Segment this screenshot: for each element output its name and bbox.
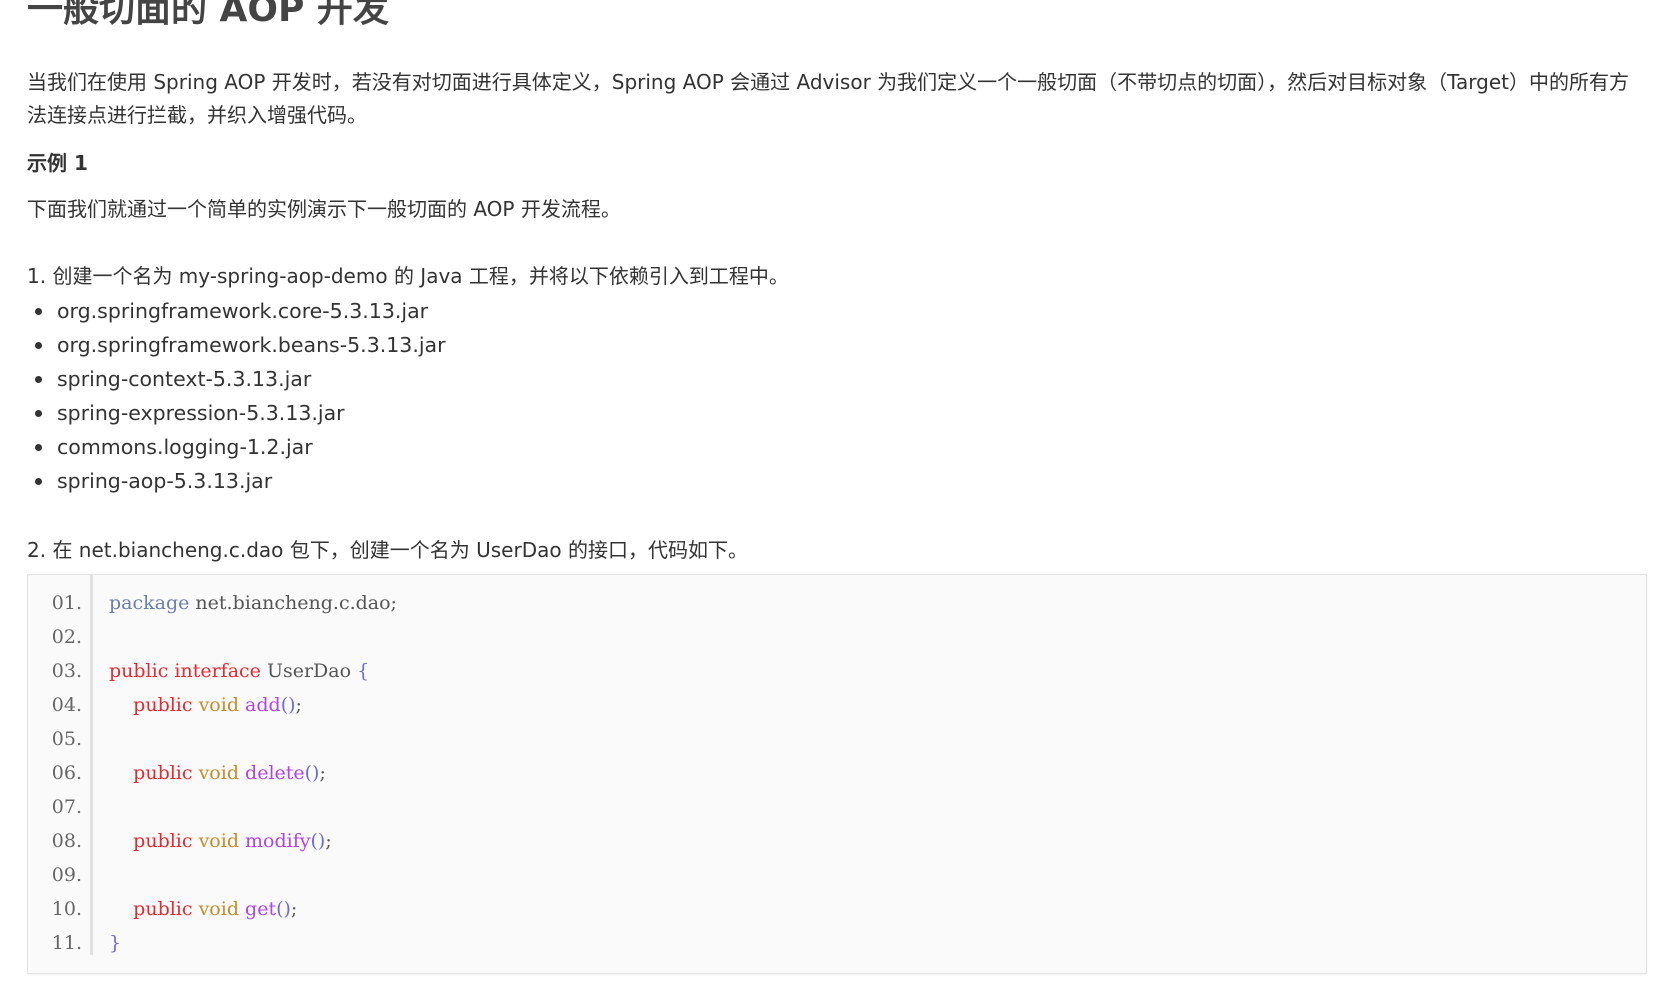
line-number: 09. [51,864,82,886]
code-token: ; [319,762,326,784]
code-text: public void add(); [109,688,302,722]
example-heading: 示例 1 [27,151,88,175]
code-token: ; [325,830,332,852]
bullet-icon [35,376,42,383]
code-line: 06. public void delete(); [28,756,1628,790]
dependency-list: org.springframework.core-5.3.13.jar org.… [27,294,446,498]
example-description: 下面我们就通过一个简单的实例演示下一般切面的 AOP 开发流程。 [27,197,621,221]
dependency-name: spring-expression-5.3.13.jar [57,401,345,425]
code-token: public interface [109,660,261,682]
code-token: void [192,762,246,784]
code-token: net.biancheng.c.dao; [189,592,397,614]
bullet-icon [35,478,42,485]
code-token: ; [290,898,298,920]
code-token: void [192,694,246,716]
list-item: spring-expression-5.3.13.jar [27,396,446,430]
line-number: 10. [51,898,82,920]
code-token: () [280,694,296,716]
page-title: 一般切面的 AOP 开发 [27,0,389,30]
code-token: ; [295,694,302,716]
line-number: 05. [51,728,82,750]
code-line: 07. [28,790,1628,824]
bullet-icon [35,308,42,315]
line-number: 01. [51,592,82,614]
code-line: 11.} [28,926,1628,960]
bullet-icon [35,410,42,417]
dependency-name: spring-aop-5.3.13.jar [57,469,273,493]
code-text: public void modify(); [109,824,332,858]
code-text: public void delete(); [109,756,326,790]
code-token: void [192,830,246,852]
line-number: 02. [51,626,82,648]
code-line: 03. public interface UserDao { [28,654,1628,688]
code-text: package net.biancheng.c.dao; [109,586,397,620]
list-item: org.springframework.core-5.3.13.jar [27,294,446,328]
code-token: modify [245,830,311,852]
dependency-name: commons.logging-1.2.jar [57,435,313,459]
dependency-name: org.springframework.beans-5.3.13.jar [57,333,446,357]
code-text: } [109,926,121,960]
step-1-text: 1. 创建一个名为 my-spring-aop-demo 的 Java 工程，并… [27,264,789,288]
code-block[interactable]: 01. package net.biancheng.c.dao; 02. 03. pub… [27,574,1647,974]
code-line: 04. public void add(); [28,688,1628,722]
code-line: 08. public void modify(); [28,824,1628,858]
bullet-icon [35,342,42,349]
code-token: package [109,592,190,614]
line-number: 11. [51,932,82,954]
list-item: spring-context-5.3.13.jar [27,362,446,396]
list-item: org.springframework.beans-5.3.13.jar [27,328,446,362]
code-token: void [192,898,246,920]
code-token: public [133,762,193,784]
code-line: 05. [28,722,1628,756]
code-token: () [310,830,326,852]
code-token: () [276,898,291,920]
line-number: 07. [51,796,82,818]
step-2-text: 2. 在 net.biancheng.c.dao 包下，创建一个名为 UserD… [27,538,748,562]
code-line: 10. public void get(); [28,892,1628,926]
code-text: public interface UserDao { [109,654,369,688]
list-item: commons.logging-1.2.jar [27,430,446,464]
line-number: 06. [51,762,82,784]
line-number: 03. [51,660,82,682]
code-token: { [357,660,370,682]
code-token: () [304,762,320,784]
code-text: public void get(); [109,892,297,926]
intro-paragraph: 当我们在使用 Spring AOP 开发时，若没有对切面进行具体定义，Sprin… [27,70,1630,127]
code-token: public [133,830,193,852]
dependency-name: org.springframework.core-5.3.13.jar [57,299,429,323]
code-line: 02. [28,620,1628,654]
code-token: delete [245,762,305,784]
bullet-icon [35,444,42,451]
code-token: UserDao [260,660,358,682]
code-token: public [133,694,193,716]
code-token: get [245,898,277,920]
dependency-name: spring-context-5.3.13.jar [57,367,312,391]
code-line: 01. package net.biancheng.c.dao; [28,586,1628,620]
line-number: 08. [51,830,82,852]
code-line: 09. [28,858,1628,892]
code-token: add [245,694,281,716]
list-item: spring-aop-5.3.13.jar [27,464,446,498]
code-token: public [133,898,193,920]
line-number: 04. [51,694,82,716]
code-token: } [109,932,122,954]
